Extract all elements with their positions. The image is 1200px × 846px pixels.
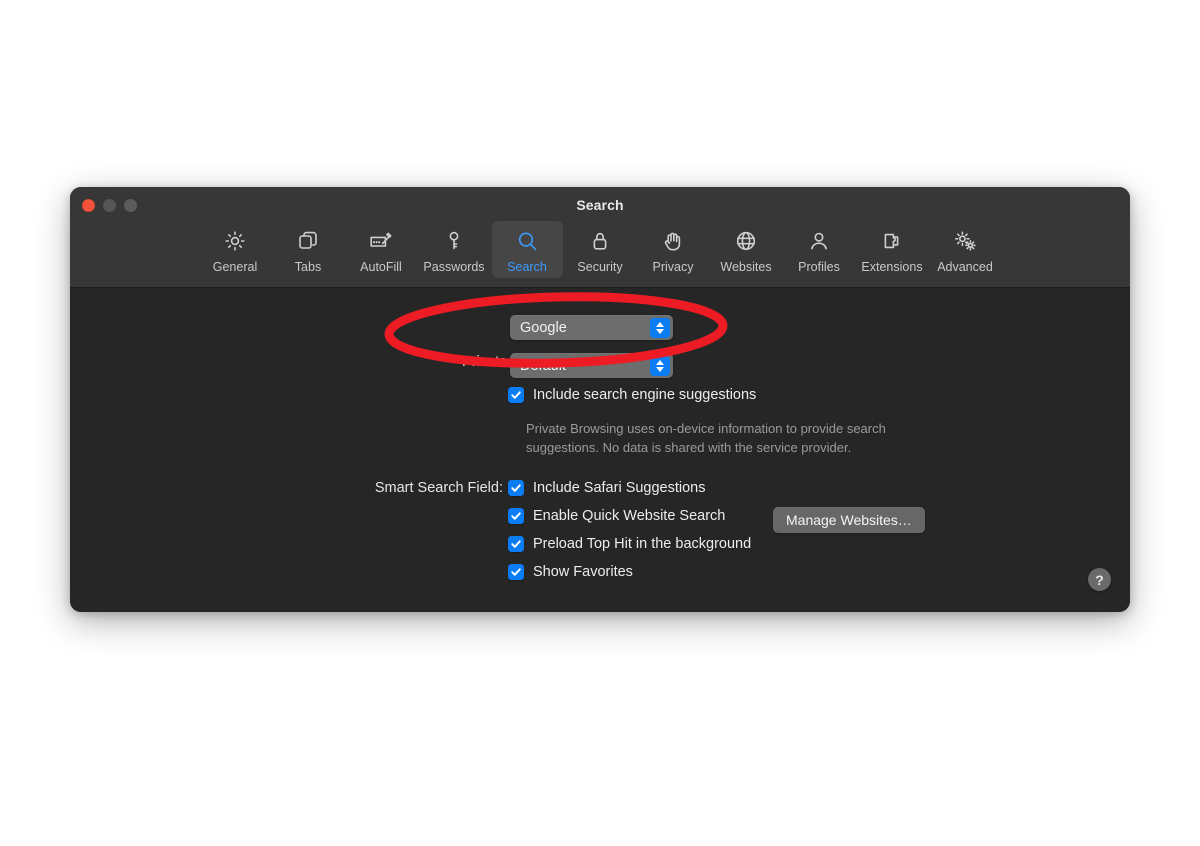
window-titlebar: Search General Tabs AutoFill Passwords S… <box>70 187 1130 288</box>
private-search-engine-value: Default <box>520 357 566 374</box>
hand-icon <box>661 226 685 256</box>
search-engine-select[interactable]: Google <box>510 315 673 340</box>
tab-label: Websites <box>720 260 772 274</box>
search-icon <box>515 226 540 256</box>
private-search-engine-select[interactable]: Default <box>510 353 673 378</box>
tab-label: Profiles <box>798 260 840 274</box>
tab-websites[interactable]: Websites <box>711 221 782 278</box>
include-suggestions-label: Include search engine suggestions <box>533 387 757 403</box>
globe-icon <box>734 226 758 256</box>
tab-label: AutoFill <box>360 260 402 274</box>
stepper-icon <box>650 317 670 338</box>
tab-tabs[interactable]: Tabs <box>273 221 344 278</box>
checkbox-row-preload-top-hit[interactable]: Preload Top Hit in the background <box>508 536 751 552</box>
checkbox-label: Preload Top Hit in the background <box>533 536 752 552</box>
tab-autofill[interactable]: AutoFill <box>346 221 417 278</box>
checkbox-label: Include Safari Suggestions <box>533 480 706 496</box>
checkbox-row-safari-suggestions[interactable]: Include Safari Suggestions <box>508 480 706 496</box>
puzzle-icon <box>880 226 904 256</box>
tab-extensions[interactable]: Extensions <box>857 221 928 278</box>
suggestions-help-text: Private Browsing uses on-device informat… <box>526 421 886 455</box>
page-root: Search General Tabs AutoFill Passwords S… <box>0 0 1200 846</box>
tab-label: General <box>212 260 258 274</box>
tab-label: Extensions <box>861 260 923 274</box>
tab-label: Privacy <box>652 260 694 274</box>
tab-label: Passwords <box>423 260 485 274</box>
checkbox-checked-icon[interactable] <box>508 508 524 524</box>
manage-websites-button[interactable]: Manage Websites… <box>773 507 925 533</box>
checkbox-label: Enable Quick Website Search <box>533 508 726 524</box>
settings-toolbar: General Tabs AutoFill Passwords Search S… <box>70 221 1130 278</box>
tab-label: Advanced <box>937 260 993 274</box>
tab-advanced[interactable]: Advanced <box>930 221 1001 278</box>
person-icon <box>807 226 831 256</box>
checkbox-row-quick-website-search[interactable]: Enable Quick Website Search <box>508 508 725 524</box>
tab-profiles[interactable]: Profiles <box>784 221 855 278</box>
tab-label: Tabs <box>294 260 322 274</box>
stepper-icon <box>650 355 670 376</box>
tab-general[interactable]: General <box>200 221 271 278</box>
settings-content-pane: Search engine: Google Private Browsing s… <box>70 288 1130 612</box>
tab-search[interactable]: Search <box>491 221 563 278</box>
checkbox-label: Show Favorites <box>533 564 633 580</box>
tabs-icon <box>296 226 320 256</box>
key-icon <box>442 226 466 256</box>
autofill-icon <box>368 226 394 256</box>
tab-privacy[interactable]: Privacy <box>638 221 709 278</box>
gears-icon <box>952 226 978 256</box>
tab-security[interactable]: Security <box>565 221 636 278</box>
window-title: Search <box>576 197 624 213</box>
smart-search-field-label: Smart Search Field: <box>374 480 503 496</box>
search-engine-value: Google <box>520 319 567 336</box>
help-button[interactable]: ? <box>1088 568 1111 591</box>
checkbox-row-show-favorites[interactable]: Show Favorites <box>508 564 633 580</box>
include-suggestions-checkbox-row[interactable]: Include search engine suggestions <box>508 387 756 403</box>
tab-passwords[interactable]: Passwords <box>419 221 490 278</box>
tab-label: Search <box>507 260 547 274</box>
checkbox-checked-icon[interactable] <box>508 536 524 552</box>
checkbox-checked-icon[interactable] <box>508 387 524 403</box>
gear-icon <box>223 226 247 256</box>
safari-settings-window: Search General Tabs AutoFill Passwords S… <box>70 187 1130 612</box>
checkbox-checked-icon[interactable] <box>508 480 524 496</box>
tab-label: Security <box>577 260 623 274</box>
checkbox-checked-icon[interactable] <box>508 564 524 580</box>
lock-icon <box>588 226 612 256</box>
